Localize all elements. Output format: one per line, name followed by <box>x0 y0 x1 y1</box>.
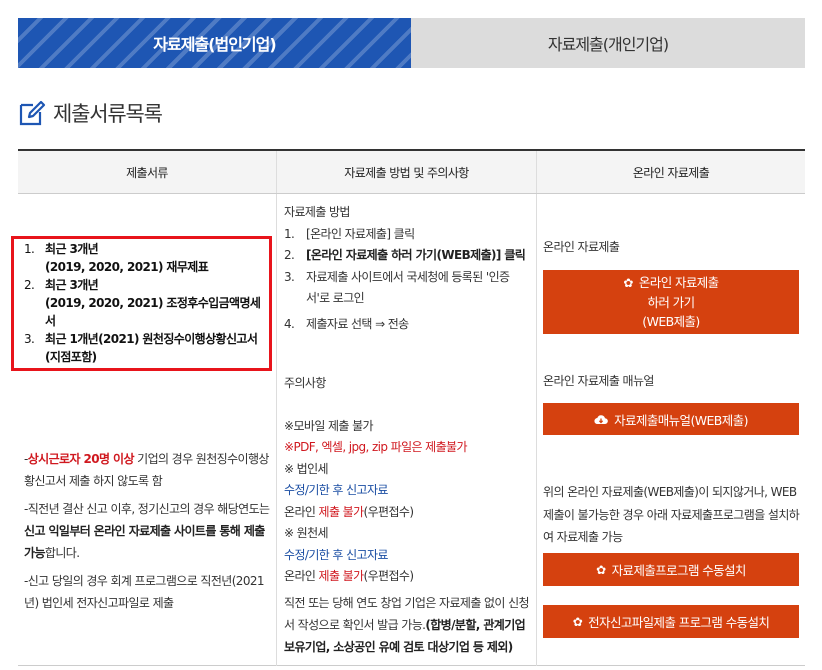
document-title: 최근 3개년 <box>45 278 99 292</box>
caution-mobile: ※모바일 제출 불가 <box>284 418 374 433</box>
method-heading: 자료제출 방법 <box>284 205 350 219</box>
method-step: 4. 제출자료 선택 ⇒ 전송 <box>284 314 530 336</box>
step-number: 3. <box>284 269 295 284</box>
gear-icon: ✿ <box>623 276 633 290</box>
method-step: 1. [온라인 자료제출] 클릭 <box>284 224 530 246</box>
caution-formats: ※PDF, 엑셀, jpg, zip 파일은 제출불가 <box>284 440 468 454</box>
list-number: 1. <box>24 242 35 256</box>
button-line: ✿ 온라인 자료제출 <box>623 273 719 293</box>
gear-icon: ✿ <box>572 614 583 629</box>
method-section: 자료제출 방법 1. [온라인 자료제출] 클릭 2. [온라인 자료제출 하러 가… <box>284 202 530 658</box>
gear-icon: ✿ <box>596 562 606 577</box>
note-red-text: 상시근로자 20명 이상 <box>27 452 135 466</box>
header-documents: 제출서류 <box>126 165 168 180</box>
caution-corp-tax: ※ 법인세 <box>284 461 329 476</box>
corp-online-note: (우편접수) <box>363 504 415 519</box>
header-online: 온라인 자료제출 <box>536 151 805 193</box>
section-header: 제출서류목록 <box>18 98 163 128</box>
step-text: [온라인 자료제출 하러 가기(WEB제출)] 클릭 <box>306 248 526 262</box>
list-number: 2. <box>24 278 35 292</box>
step-text: 제출자료 선택 ⇒ 전송 <box>306 316 409 331</box>
step-number: 4. <box>284 316 295 331</box>
document-detail: (2019, 2020, 2021) 재무제표 <box>45 260 209 274</box>
note-text: -직전년 결산 신고 이후, 정기신고의 경우 해당연도는 <box>24 502 270 516</box>
document-title: 최근 1개년(2021) 원천징수이행상황신고서 <box>45 332 258 346</box>
step-number: 2. <box>284 248 295 262</box>
list-item: 1. 최근 3개년 (2019, 2020, 2021) 재무제표 <box>24 240 269 276</box>
section-title: 제출서류목록 <box>53 102 163 126</box>
tab-bar: 자료제출(법인기업) 자료제출(개인기업) <box>18 18 805 68</box>
step-text: [온라인 자료제출] 클릭 <box>306 226 415 241</box>
with-online-red: 제출 불가 <box>318 569 365 583</box>
list-item: 3. 최근 1개년(2021) 원천징수이행상황신고서 (지점포함) <box>24 330 269 366</box>
install-efile-button[interactable]: ✿ 전자신고파일제출 프로그램 수동설치 <box>543 605 799 638</box>
header-method: 자료제출 방법 및 주의사항 <box>276 151 536 193</box>
tab-individual[interactable]: 자료제출(개인기업) <box>411 18 805 68</box>
corp-online-red: 제출 불가 <box>318 504 365 519</box>
note-employees: -상시근로자 20명 이상 기업의 경우 원천징수이행상황신고서 제출 하지 않… <box>24 452 269 488</box>
online-submit-button[interactable]: ✿ 온라인 자료제출 하러 가기 (WEB제출) <box>543 270 799 334</box>
online-submit-label: 온라인 자료제출 <box>543 240 620 254</box>
corp-amend-text: 수정/기한 후 신고자료 <box>284 483 388 497</box>
document-detail: (2019, 2020, 2021) 조정후수입금액명세서 <box>45 296 261 328</box>
step-text: 자료제출 사이트에서 국세청에 등록된 '인증서'로 로그인 <box>306 269 510 306</box>
manual-label: 온라인 자료제출 매뉴얼 <box>543 374 654 388</box>
install-program-button[interactable]: ✿ 자료제출프로그램 수동설치 <box>543 553 799 586</box>
method-step: 2. [온라인 자료제출 하러 가기(WEB제출)] 클릭 <box>284 245 530 267</box>
document-list: 1. 최근 3개년 (2019, 2020, 2021) 재무제표 2. 최근 … <box>24 240 269 366</box>
note-regular-filing: -직전년 결산 신고 이후, 정기신고의 경우 해당연도는 신고 익일부터 온라… <box>24 498 272 564</box>
button-label: 자료제출프로그램 수동설치 <box>611 563 747 578</box>
startup-note: 직전 또는 당해 연도 창업 기업은 자료제출 없이 신청서 작성으로 확인서 … <box>284 592 530 658</box>
button-line: 하러 가기 <box>647 295 696 310</box>
caution-heading: 주의사항 <box>284 376 326 390</box>
note-text: 합니다. <box>44 546 80 560</box>
edit-icon <box>19 100 46 126</box>
with-amend-text: 수정/기한 후 신고자료 <box>284 547 388 562</box>
caution-withholding: ※ 원천세 <box>284 526 329 540</box>
manual-button[interactable]: 자료제출매뉴얼(WEB제출) <box>543 403 799 435</box>
button-line: (WEB제출) <box>642 314 700 329</box>
corp-online: 온라인 제출 불가(우편접수) <box>284 502 530 524</box>
step-number: 1. <box>284 226 295 241</box>
document-detail: (지점포함) <box>45 350 97 364</box>
corp-online-label: 온라인 <box>284 504 319 519</box>
button-label: 전자신고파일제출 프로그램 수동설치 <box>588 615 770 630</box>
method-step: 3. 자료제출 사이트에서 국세청에 등록된 '인증서'로 로그인 <box>284 267 530 310</box>
note-same-day: -신고 당일의 경우 회계 프로그램으로 직전년(2021년) 법인세 전자신고… <box>24 574 265 610</box>
with-online-note: (우편접수) <box>363 569 415 583</box>
table-header: 제출서류 자료제출 방법 및 주의사항 온라인 자료제출 <box>18 151 805 194</box>
tab-corporate[interactable]: 자료제출(법인기업) <box>18 18 411 68</box>
with-online: 온라인 제출 불가(우편접수) <box>284 566 530 588</box>
button-label: 온라인 자료제출 <box>638 275 719 290</box>
document-notes: -상시근로자 20명 이상 기업의 경우 원천징수이행상황신고서 제출 하지 않… <box>24 448 272 620</box>
list-number: 3. <box>24 332 35 346</box>
with-online-label: 온라인 <box>284 569 319 583</box>
cloud-download-icon <box>594 414 609 424</box>
document-title: 최근 3개년 <box>45 242 99 256</box>
install-note: 위의 온라인 자료제출(WEB제출)이 되지않거나, WEB제출이 불가능한 경… <box>543 485 800 544</box>
button-label: 자료제출매뉴얼(WEB제출) <box>614 412 748 428</box>
list-item: 2. 최근 3개년 (2019, 2020, 2021) 조정후수입금액명세서 <box>24 276 269 330</box>
